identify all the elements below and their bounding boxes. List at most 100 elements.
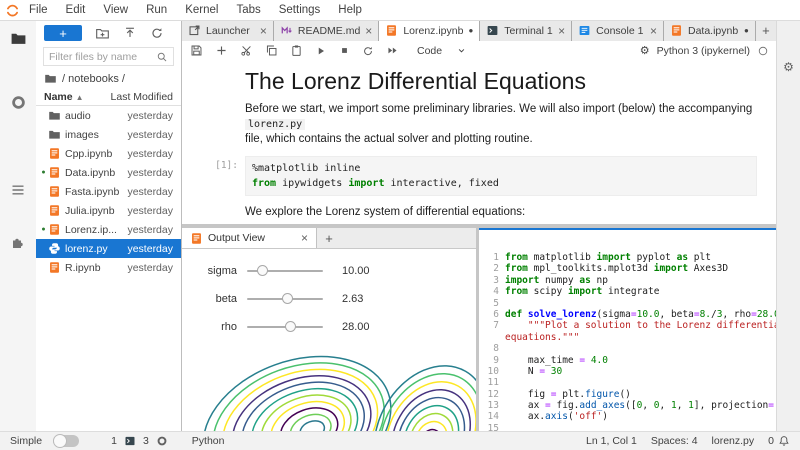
file-row-julia-ipynb[interactable]: Julia.ipynb yesterday <box>36 201 181 220</box>
slider-handle[interactable] <box>257 265 269 276</box>
editor-line[interactable]: 11 <box>479 377 777 388</box>
tab-readme-md[interactable]: README.md × <box>273 20 380 41</box>
filter-files-input[interactable]: Filter files by name <box>43 47 174 66</box>
indent-indicator[interactable]: Spaces: 4 <box>651 435 698 447</box>
add-cell-button[interactable] <box>215 44 228 57</box>
language-indicator[interactable]: Python <box>192 435 225 447</box>
active-file-label[interactable]: lorenz.py <box>712 435 755 447</box>
slider-row-beta: beta 2.63 <box>182 285 476 313</box>
file-row-audio[interactable]: audio yesterday <box>36 106 181 125</box>
tab-terminal-1[interactable]: Terminal 1 × <box>480 20 573 41</box>
table-of-contents-tab-icon[interactable] <box>8 180 28 200</box>
file-row-cpp-ipynb[interactable]: Cpp.ipynb yesterday <box>36 144 181 163</box>
cut-cell-button[interactable] <box>240 44 253 57</box>
interrupt-kernel-button[interactable] <box>339 45 350 56</box>
menu-run[interactable]: Run <box>137 4 176 16</box>
tab-label: Terminal 1 <box>504 24 553 37</box>
paste-cell-button[interactable] <box>290 44 303 57</box>
menu-help[interactable]: Help <box>329 4 371 16</box>
tab-console-1[interactable]: Console 1 × <box>572 20 664 41</box>
slider-handle[interactable] <box>281 293 293 304</box>
new-folder-button[interactable] <box>95 26 110 41</box>
line-number: 10 <box>487 365 499 377</box>
file-row-data-ipynb[interactable]: ● Data.ipynb yesterday <box>36 163 181 182</box>
editor-line[interactable]: 1 from matplotlib import pyplot as plt <box>479 252 777 263</box>
file-list-header[interactable]: Name ▲ Last Modified <box>36 88 181 106</box>
file-row-lorenz-py[interactable]: lorenz.py yesterday <box>36 239 181 258</box>
line-number: 7 <box>493 320 499 332</box>
editor-line[interactable]: equations.""" <box>479 332 777 343</box>
file-browser-tab-icon[interactable] <box>8 28 28 48</box>
editor-line[interactable]: 2 from mpl_toolkits.mplot3d import Axes3D <box>479 263 777 274</box>
kernel-settings-icon[interactable]: ⚙ <box>640 44 650 57</box>
add-view-button[interactable]: + <box>317 228 341 248</box>
slider-track[interactable] <box>247 265 323 276</box>
file-name: audio <box>65 109 91 122</box>
file-row-r-ipynb[interactable]: R.ipynb yesterday <box>36 258 181 277</box>
modified-column-header[interactable]: Last Modified <box>111 91 173 103</box>
markdown-icon <box>280 24 293 37</box>
copy-cell-button[interactable] <box>265 44 278 57</box>
new-tab-button[interactable]: + <box>755 20 777 41</box>
cursor-position[interactable]: Ln 1, Col 1 <box>586 435 637 447</box>
cell-prompt: [1]: <box>215 160 238 171</box>
kernel-status-icon[interactable] <box>757 45 769 57</box>
kernel-count[interactable]: 3 <box>143 435 149 447</box>
save-button[interactable] <box>190 44 203 57</box>
new-launcher-button[interactable]: + <box>44 25 82 41</box>
notebook-icon <box>48 166 61 179</box>
terminal-count[interactable]: 1 <box>111 435 117 447</box>
tab-lorenz-ipynb[interactable]: Lorenz.ipynb ● <box>379 20 481 41</box>
editor-line[interactable]: 5 <box>479 298 777 309</box>
tab-output-view[interactable]: Output View × <box>182 228 317 248</box>
menu-kernel[interactable]: Kernel <box>176 4 227 16</box>
tab-launcher[interactable]: Launcher × <box>182 20 274 41</box>
line-number <box>479 332 505 343</box>
editor-line[interactable]: 14 ax.axis('off') <box>479 411 777 422</box>
close-icon[interactable]: × <box>301 231 308 245</box>
kernel-name[interactable]: Python 3 (ipykernel) <box>657 45 750 57</box>
simple-mode-toggle[interactable] <box>53 434 80 448</box>
menu-edit[interactable]: Edit <box>57 4 95 16</box>
menu-file[interactable]: File <box>20 4 57 16</box>
editor-line[interactable]: 4 from scipy import integrate <box>479 286 777 297</box>
notebook-icon <box>385 24 398 37</box>
extension-manager-tab-icon[interactable] <box>8 232 28 252</box>
refresh-button[interactable] <box>150 26 164 40</box>
upload-button[interactable] <box>123 26 137 40</box>
editor-line[interactable]: 3 import numpy as np <box>479 275 777 286</box>
property-inspector-icon[interactable]: ⚙ <box>777 60 800 74</box>
file-row-images[interactable]: images yesterday <box>36 125 181 144</box>
bell-icon[interactable] <box>778 435 790 447</box>
running-kernels-tab-icon[interactable] <box>8 92 28 112</box>
editor-line[interactable]: 10 N = 30 <box>479 366 777 377</box>
name-column-header[interactable]: Name <box>44 91 73 103</box>
file-row-fasta-ipynb[interactable]: Fasta.ipynb yesterday <box>36 182 181 201</box>
restart-kernel-button[interactable] <box>362 45 374 57</box>
code-cell[interactable]: %matplotlib inline from ipywidgets import… <box>245 156 757 196</box>
restart-run-all-button[interactable] <box>386 44 399 57</box>
code-line: from ipywidgets import interactive, fixe… <box>252 178 499 189</box>
menu-settings[interactable]: Settings <box>270 4 330 16</box>
slider-track[interactable] <box>247 321 323 332</box>
cell-type-select[interactable]: Code <box>417 45 467 57</box>
code-editor[interactable]: 1 from matplotlib import pyplot as plt 2 fr… <box>479 230 777 432</box>
editor-line[interactable]: 9 max_time = 4.0 <box>479 355 777 366</box>
editor-line[interactable]: 12 fig = plt.figure() <box>479 389 777 400</box>
close-icon[interactable]: × <box>260 25 267 37</box>
close-icon[interactable]: × <box>558 25 565 37</box>
editor-line[interactable]: 13 ax = fig.add_axes([0, 0, 1, 1], proje… <box>479 400 777 411</box>
menu-tabs[interactable]: Tabs <box>227 4 269 16</box>
editor-line[interactable]: 7 """Plot a solution to the Lorenz diffe… <box>479 320 777 331</box>
editor-line[interactable]: 8 <box>479 343 777 354</box>
slider-track[interactable] <box>247 293 323 304</box>
close-icon[interactable]: × <box>365 25 372 37</box>
terminal-icon <box>486 24 499 37</box>
breadcrumb[interactable]: / notebooks / <box>36 69 181 88</box>
menu-view[interactable]: View <box>94 4 137 16</box>
run-cell-button[interactable] <box>315 45 327 57</box>
editor-line[interactable]: 6 def solve_lorenz(sigma=10.0, beta=8./3,… <box>479 309 777 320</box>
close-icon[interactable]: × <box>650 25 657 37</box>
tab-data-ipynb[interactable]: Data.ipynb ● <box>664 20 756 41</box>
file-row-lorenz-ip-[interactable]: ● Lorenz.ip... yesterday <box>36 220 181 239</box>
